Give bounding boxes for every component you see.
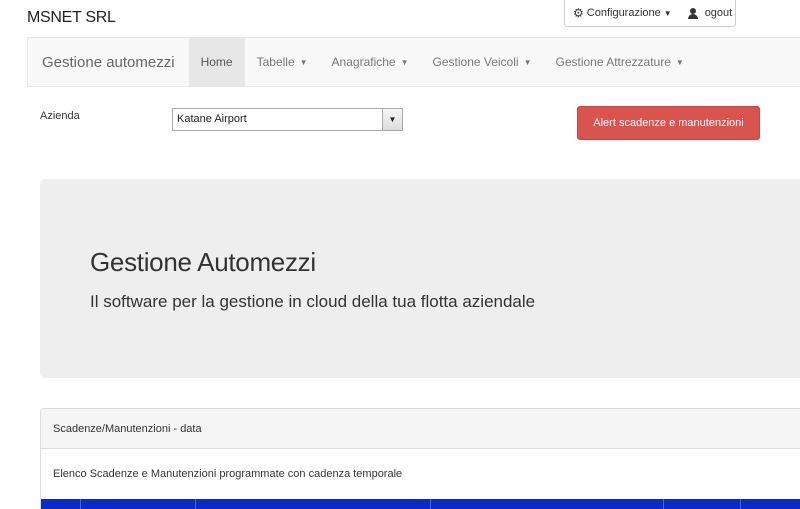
dropdown-arrow-icon[interactable]: ▼ [382,109,402,130]
table-header-cell [196,499,431,509]
table-header-cell [41,499,81,509]
table-header [41,499,800,509]
nav-item-anagrafiche[interactable]: Anagrafiche ▼ [320,38,421,86]
table-header-cell [664,499,742,509]
nav-item-gestione-veicoli[interactable]: Gestione Veicoli ▼ [421,38,544,86]
chevron-down-icon: ▼ [299,57,308,67]
main-navbar: Gestione automezzi Home Tabelle ▼ Anagra… [27,37,800,87]
nav-item-label: Anagrafiche [331,55,396,69]
chevron-down-icon: ▼ [523,57,532,67]
nav-item-label: Gestione Attrezzature [555,55,671,69]
nav-item-gestione-attrezzature[interactable]: Gestione Attrezzature ▼ [544,38,696,86]
jumbotron: Gestione Automezzi Il software per la ge… [40,179,800,378]
top-toolbar: ⚙ Configurazione ▼ ogout [564,0,736,27]
logout-label: ogout [704,7,733,19]
nav-item-label: Tabelle [256,55,295,69]
chevron-down-icon: ▼ [675,57,684,67]
table-header-cell [431,499,665,509]
nav-item-label: Gestione Veicoli [432,55,519,69]
scadenze-panel: Scadenze/Manutenzioni - data Elenco Scad… [40,408,800,509]
jumbotron-title: Gestione Automezzi [90,247,316,277]
nav-item-label: Home [200,55,233,69]
alert-scadenze-button[interactable]: Alert scadenze e manutenzioni [577,106,760,140]
panel-body: Elenco Scadenze e Manutenzioni programma… [53,468,403,480]
chevron-down-icon: ▼ [663,8,672,18]
azienda-label: Azienda [40,110,80,122]
table-header-cell [741,499,800,509]
app-brand: MSNET SRL [27,9,116,26]
panel-heading: Scadenze/Manutenzioni - data [41,409,800,449]
azienda-select[interactable]: Katane Airport ▼ [172,108,403,131]
configurazione-label: Configurazione [586,7,661,19]
user-icon [687,7,698,19]
jumbotron-subtitle: Il software per la gestione in cloud del… [90,292,536,311]
logout-button[interactable]: ogout [680,0,741,26]
chevron-down-icon: ▼ [400,57,409,67]
nav-item-tabelle[interactable]: Tabelle ▼ [245,38,320,86]
azienda-selected-value: Katane Airport [177,113,247,125]
navbar-brand[interactable]: Gestione automezzi [28,38,189,86]
configurazione-menu[interactable]: ⚙ Configurazione ▼ [565,0,680,26]
table-header-cell [81,499,196,509]
nav-item-home[interactable]: Home [188,38,245,86]
gear-icon: ⚙ [573,6,584,20]
